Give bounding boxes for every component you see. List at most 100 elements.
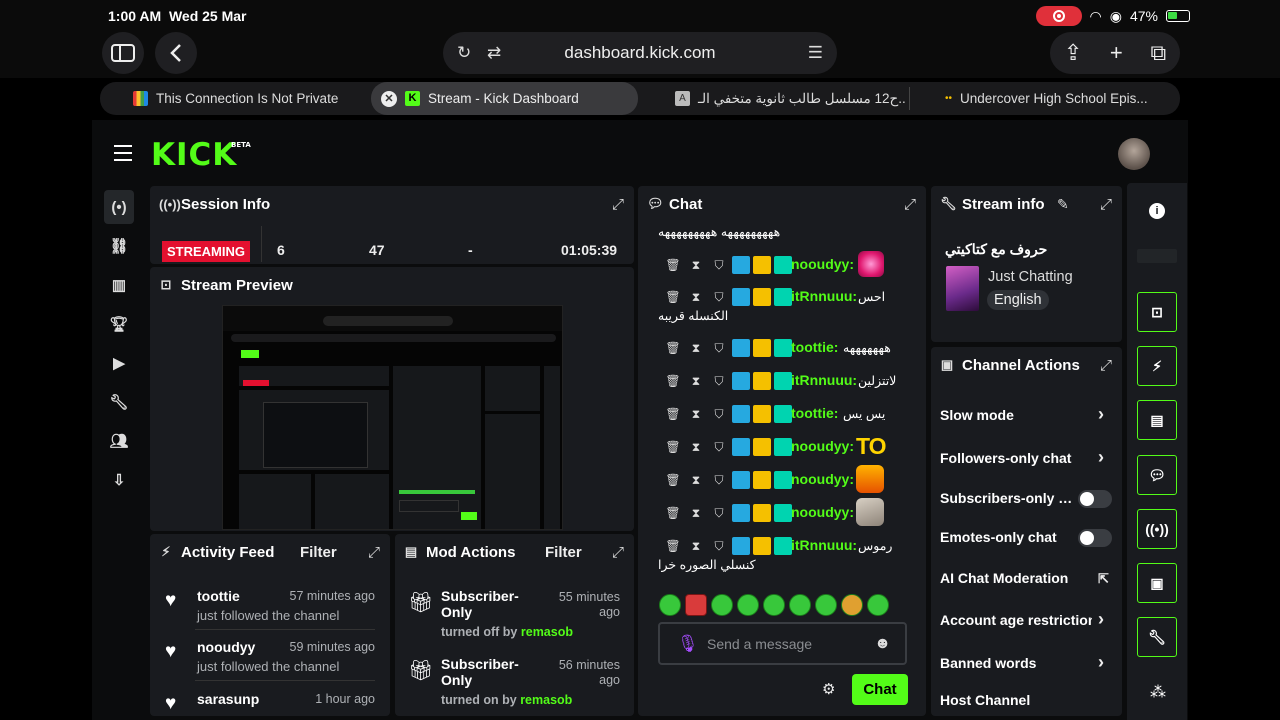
chat-settings-icon[interactable]: ⚙: [822, 680, 835, 698]
chat-widget-icon[interactable]: 💬︎: [1137, 455, 1177, 495]
ai-moderation-label[interactable]: AI Chat Moderation: [940, 570, 1115, 586]
timeout-icon[interactable]: ⧗: [686, 374, 706, 389]
emote-icon[interactable]: [841, 594, 863, 616]
timeout-icon[interactable]: ⧗: [686, 290, 706, 305]
ban-icon[interactable]: ⛉: [709, 407, 729, 422]
delete-icon[interactable]: 🗑︎: [663, 440, 683, 454]
emoji-picker-icon[interactable]: ☻: [874, 635, 891, 653]
host-channel-label[interactable]: Host Channel: [940, 692, 1115, 708]
emotes-only-toggle[interactable]: [1078, 529, 1112, 547]
mod-action-user[interactable]: remasob: [520, 693, 572, 707]
ban-icon[interactable]: ⛉: [709, 258, 729, 273]
filter-button[interactable]: Filter: [545, 544, 582, 561]
stream-info-widget-icon[interactable]: 🔧︎: [1137, 617, 1177, 657]
chat-username[interactable]: nooudyy:: [791, 256, 854, 272]
timeout-icon[interactable]: ⧗: [686, 473, 706, 488]
avatar[interactable]: [1118, 138, 1150, 170]
chat-message[interactable]: 🗑︎ ⧗ ⛉ itRnnuuu: لاتتزلين: [638, 370, 926, 392]
timeout-icon[interactable]: ⧗: [686, 258, 706, 273]
chat-message[interactable]: 🗑︎ ⧗ ⛉ nooudyy:: [638, 498, 926, 526]
send-chat-button[interactable]: Chat: [852, 674, 908, 705]
ban-icon[interactable]: ⛉: [709, 539, 729, 554]
channel-actions-widget-icon[interactable]: ▣: [1137, 563, 1177, 603]
timeout-icon[interactable]: ⧗: [686, 539, 706, 554]
ban-icon[interactable]: ⛉: [709, 506, 729, 521]
video-library-icon[interactable]: ▶: [104, 346, 134, 380]
address-bar[interactable]: ↻ ⇄ dashboard.kick.com ☰: [443, 32, 837, 74]
slow-mode-label[interactable]: Slow mode: [940, 407, 1115, 423]
chevron-right-icon[interactable]: ›: [1098, 447, 1104, 468]
tabs-overview-icon[interactable]: ⧉: [1150, 40, 1166, 66]
ban-icon[interactable]: ⛉: [709, 341, 729, 356]
emote-icon[interactable]: [685, 594, 707, 616]
expand-icon[interactable]: ⤢: [1100, 357, 1112, 374]
site-settings-icon[interactable]: ⇄: [487, 43, 501, 63]
expand-icon[interactable]: ⤢: [368, 544, 380, 561]
chat-username[interactable]: itRnnuuu:: [791, 537, 857, 553]
timeout-icon[interactable]: ⧗: [686, 440, 706, 455]
delete-icon[interactable]: 🗑︎: [663, 290, 683, 304]
chat-message[interactable]: 🗑︎ ⧗ ⛉ itRnnuuu: رموس كنسلي الصوره خرا: [638, 535, 926, 572]
ban-icon[interactable]: ⛉: [709, 473, 729, 488]
info-icon[interactable]: i: [1149, 203, 1165, 219]
chat-username[interactable]: nooudyy:: [791, 471, 854, 487]
expand-icon[interactable]: ⤢: [612, 196, 624, 213]
expand-icon[interactable]: ⤢: [612, 544, 624, 561]
feed-user[interactable]: toottie: [197, 588, 240, 604]
menu-icon[interactable]: [114, 145, 132, 161]
external-link-icon[interactable]: ⇱: [1098, 571, 1109, 587]
timeout-icon[interactable]: ⧗: [686, 341, 706, 356]
filter-button[interactable]: Filter: [300, 544, 337, 561]
feed-user[interactable]: nooudyy: [197, 639, 255, 655]
session-widget-icon[interactable]: ((•)): [1137, 509, 1177, 549]
stream-broadcast-icon[interactable]: (•): [104, 190, 134, 224]
screen-record-icon[interactable]: [1035, 6, 1082, 26]
chevron-right-icon[interactable]: ›: [1098, 609, 1104, 630]
chat-message[interactable]: 🗑︎ ⧗ ⛉ itRnnuuu: احس الكنسله قريبه: [638, 286, 926, 323]
sidebar-toggle-icon[interactable]: [102, 32, 144, 74]
delete-icon[interactable]: 🗑︎: [663, 473, 683, 487]
mod-action-user[interactable]: remasob: [521, 625, 573, 639]
ban-icon[interactable]: ⛉: [709, 440, 729, 455]
ban-icon[interactable]: ⛉: [709, 374, 729, 389]
chevron-right-icon[interactable]: ›: [1098, 404, 1104, 425]
chat-username[interactable]: nooudyy:: [791, 438, 854, 454]
kick-logo[interactable]: KICK BETA: [151, 137, 251, 173]
banned-words-label[interactable]: Banned words: [940, 655, 1115, 671]
subscribers-only-toggle[interactable]: [1078, 490, 1112, 508]
microphone-icon[interactable]: 🎙︎: [677, 634, 699, 654]
emote-icon[interactable]: [867, 594, 889, 616]
emote-icon[interactable]: [789, 594, 811, 616]
chevron-right-icon[interactable]: ›: [1098, 652, 1104, 673]
preview-widget-icon[interactable]: ⊡: [1137, 292, 1177, 332]
chat-username[interactable]: toottie:: [791, 339, 838, 355]
emote-icon[interactable]: [763, 594, 785, 616]
account-age-label[interactable]: Account age restriction: [940, 612, 1092, 628]
emote-icon[interactable]: [711, 594, 733, 616]
more-widgets-icon[interactable]: ⁂: [1150, 682, 1166, 702]
chat-message[interactable]: 🗑︎ ⧗ ⛉ toottie: يس يس: [638, 403, 926, 425]
ban-icon[interactable]: ⛉: [709, 290, 729, 305]
chat-message[interactable]: 🗑︎ ⧗ ⛉ nooudyy: TO: [638, 433, 926, 459]
analytics-icon[interactable]: ▥: [104, 268, 134, 302]
activity-widget-icon[interactable]: ⚡︎: [1137, 346, 1177, 386]
link-icon[interactable]: ⛓: [104, 229, 134, 263]
delete-icon[interactable]: 🗑︎: [663, 539, 683, 553]
tab-kick-dashboard[interactable]: ✕ K Stream - Kick Dashboard: [371, 82, 638, 115]
reload-icon[interactable]: ↻: [457, 43, 471, 63]
feed-user[interactable]: sarasunp: [197, 691, 259, 707]
chat-message[interactable]: 🗑︎ ⧗ ⛉ toottie: هههههههه: [638, 337, 926, 359]
stream-category[interactable]: Just Chatting: [988, 269, 1073, 285]
tab-not-private[interactable]: This Connection Is Not Private: [133, 82, 368, 115]
reader-icon[interactable]: ☰: [808, 43, 823, 63]
chat-username[interactable]: nooudyy:: [791, 504, 854, 520]
delete-icon[interactable]: 🗑︎: [663, 407, 683, 421]
close-tab-icon[interactable]: ✕: [381, 90, 397, 107]
timeout-icon[interactable]: ⧗: [686, 407, 706, 422]
wrench-icon[interactable]: 🔧︎: [104, 385, 134, 419]
payout-icon[interactable]: ⇩: [104, 463, 134, 497]
chat-message[interactable]: 🗑︎ ⧗ ⛉ nooudyy:: [638, 251, 926, 277]
chat-input[interactable]: 🎙︎ Send a message ☻: [658, 622, 907, 665]
emote-icon[interactable]: [815, 594, 837, 616]
followers-only-label[interactable]: Followers-only chat: [940, 450, 1115, 466]
